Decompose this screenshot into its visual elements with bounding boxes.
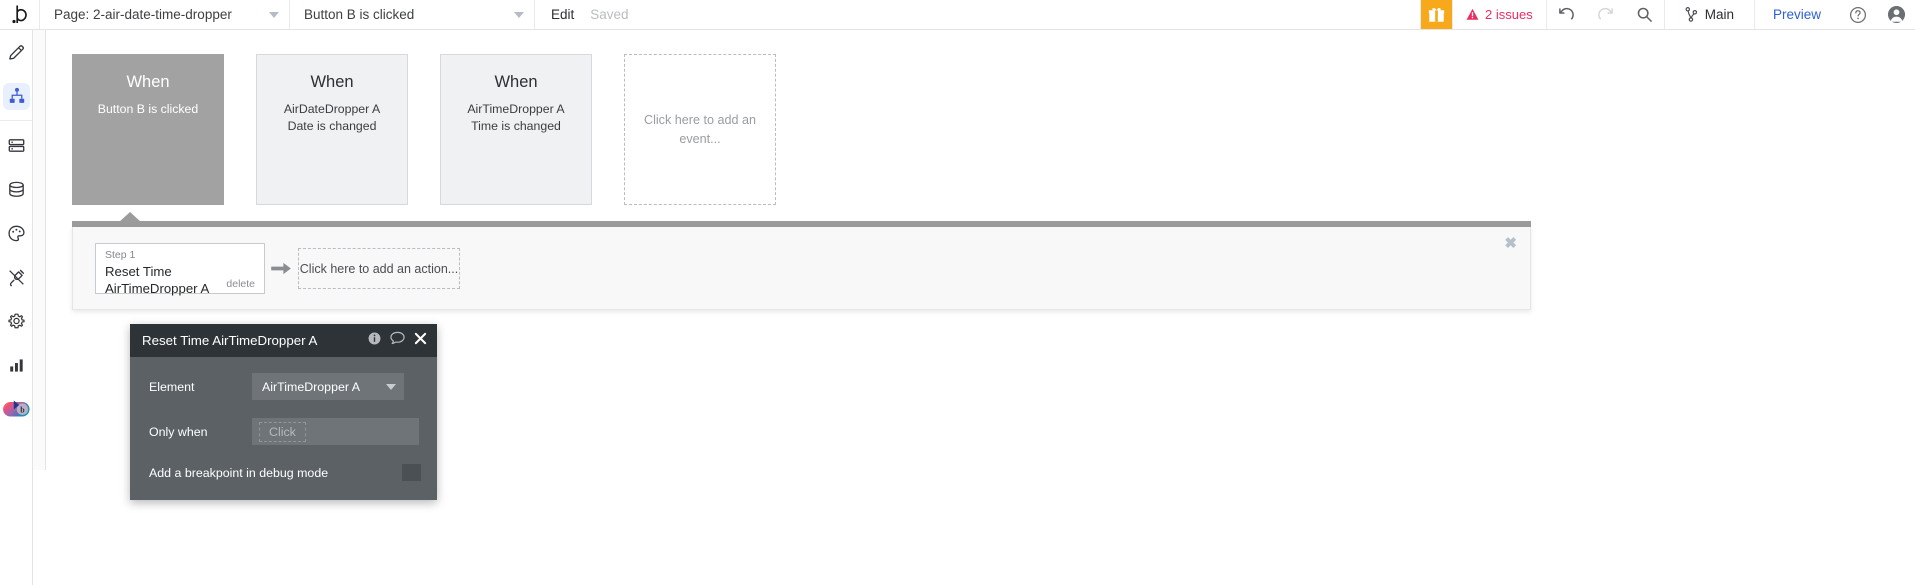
only-when-input[interactable]: Click: [252, 418, 419, 445]
add-event-label: Click here to add an event...: [643, 112, 756, 146]
workflow-steps: Step 1 Reset Time AirTimeDropper A delet…: [73, 227, 1530, 296]
step-number: Step 1: [105, 249, 136, 261]
property-editor-title: Reset Time AirTimeDropper A: [142, 333, 318, 348]
chevron-down-icon: [386, 383, 396, 390]
bar-chart-icon: [10, 358, 23, 372]
history-controls: [1547, 0, 1665, 29]
left-sidebar: b: [0, 30, 33, 585]
pencil-icon: [9, 44, 24, 60]
property-editor-header: Reset Time AirTimeDropper A: [130, 324, 437, 357]
warning-triangle-icon: [1466, 8, 1479, 20]
only-when-label: Only when: [149, 424, 208, 439]
issues-indicator[interactable]: 2 issues: [1452, 0, 1547, 29]
gear-icon: [8, 313, 25, 328]
add-action-button[interactable]: Click here to add an action...: [298, 248, 460, 289]
saved-status: Saved: [590, 7, 629, 22]
sidebar-item-settings[interactable]: [0, 299, 33, 343]
event-description: AirDateDropper A Date is changed: [283, 101, 381, 134]
element-dropdown[interactable]: AirTimeDropper A: [252, 373, 404, 400]
issues-label: 2 issues: [1485, 7, 1533, 22]
workflow-action-panel: ✖ Step 1 Reset Time AirTimeDropper A del…: [72, 212, 1531, 310]
page-selector-label: Page: 2-air-date-time-dropper: [54, 7, 232, 22]
event-when-label: When: [126, 73, 170, 91]
database-icon: [9, 181, 24, 197]
workflow-panel-pointer: [119, 212, 141, 222]
event-card-button-b-clicked[interactable]: When Button B is clicked: [72, 54, 224, 205]
plug-icon: [9, 269, 25, 286]
add-action-label: Click here to add an action...: [299, 261, 459, 276]
event-card-airdatedropper-changed[interactable]: When AirDateDropper A Date is changed: [256, 54, 408, 205]
event-when-label: When: [494, 73, 538, 91]
event-card-airtimedropper-changed[interactable]: When AirTimeDropper A Time is changed: [440, 54, 592, 205]
only-when-row: Only when Click: [130, 416, 437, 447]
gift-icon[interactable]: [1421, 0, 1453, 29]
element-label: Element: [149, 379, 195, 394]
sidebar-item-design[interactable]: [0, 30, 33, 74]
redo-icon[interactable]: [1586, 0, 1625, 29]
top-toolbar: Page: 2-air-date-time-dropper Button B i…: [0, 0, 1915, 30]
breakpoint-row: Add a breakpoint in debug mode: [130, 457, 437, 488]
help-circle-icon[interactable]: [1839, 0, 1877, 29]
breakpoint-checkbox[interactable]: [402, 464, 421, 481]
event-selector-label: Button B is clicked: [304, 7, 415, 22]
search-icon[interactable]: [1625, 0, 1664, 29]
add-event-card[interactable]: Click here to add an event...: [624, 54, 776, 205]
event-card-row: When Button B is clicked When AirDateDro…: [72, 54, 776, 205]
property-editor-header-icons: [368, 331, 427, 350]
sidebar-item-data[interactable]: [0, 123, 33, 167]
top-toolbar-right: 2 issues Main Preview: [1421, 0, 1915, 29]
workflow-icon: [9, 87, 24, 103]
event-description: AirTimeDropper A Time is changed: [467, 101, 565, 134]
expand-right-icon: [13, 400, 20, 410]
workflow-canvas: When Button B is clicked When AirDateDro…: [46, 30, 1915, 585]
chevron-down-icon: [514, 11, 524, 18]
property-editor-body: Element AirTimeDropper A Only when Click…: [130, 357, 437, 500]
comment-icon[interactable]: [390, 331, 405, 350]
step-card-1[interactable]: Step 1 Reset Time AirTimeDropper A delet…: [95, 243, 265, 296]
event-description: Button B is clicked: [97, 101, 199, 116]
only-when-placeholder: Click: [259, 421, 306, 442]
workflow-close-button[interactable]: ✖: [1504, 236, 1517, 251]
undo-icon[interactable]: [1547, 0, 1586, 29]
workflow-panel-body: ✖ Step 1 Reset Time AirTimeDropper A del…: [72, 227, 1531, 310]
sidebar-item-styles[interactable]: [0, 211, 33, 255]
preview-label: Preview: [1772, 7, 1821, 22]
bubble-logo-icon[interactable]: [0, 0, 40, 29]
sidebar-item-plugins[interactable]: [0, 255, 33, 299]
sidebar-item-logs[interactable]: [0, 343, 33, 387]
event-when-label: When: [310, 73, 354, 91]
branch-label: Main: [1704, 7, 1734, 22]
data-icon: [8, 138, 25, 152]
arrow-right-icon: [265, 261, 298, 276]
breakpoint-label: Add a breakpoint in debug mode: [149, 465, 329, 480]
preview-button[interactable]: Preview: [1755, 0, 1839, 29]
branch-icon: [1685, 7, 1697, 22]
step-delete-button[interactable]: delete: [226, 278, 255, 290]
sidebar-divider: [0, 120, 32, 121]
sidebar-expander[interactable]: [0, 395, 33, 415]
secondary-rail: [33, 30, 46, 470]
element-dropdown-value: AirTimeDropper A: [262, 379, 361, 394]
palette-icon: [8, 225, 25, 241]
info-icon[interactable]: [368, 332, 381, 350]
element-row: Element AirTimeDropper A: [130, 371, 437, 402]
branch-selector[interactable]: Main: [1665, 0, 1755, 29]
sidebar-item-database[interactable]: [0, 167, 33, 211]
user-avatar[interactable]: [1877, 0, 1915, 29]
edit-status-group: Edit Saved: [535, 0, 1422, 29]
edit-label[interactable]: Edit: [551, 7, 574, 22]
property-editor-panel: Reset Time AirTimeDropper A Element AirT…: [130, 324, 437, 500]
page-selector[interactable]: Page: 2-air-date-time-dropper: [40, 0, 290, 29]
event-selector[interactable]: Button B is clicked: [290, 0, 535, 29]
sidebar-item-workflow[interactable]: [0, 74, 33, 118]
close-icon[interactable]: [414, 332, 427, 350]
chevron-down-icon: [269, 11, 279, 18]
